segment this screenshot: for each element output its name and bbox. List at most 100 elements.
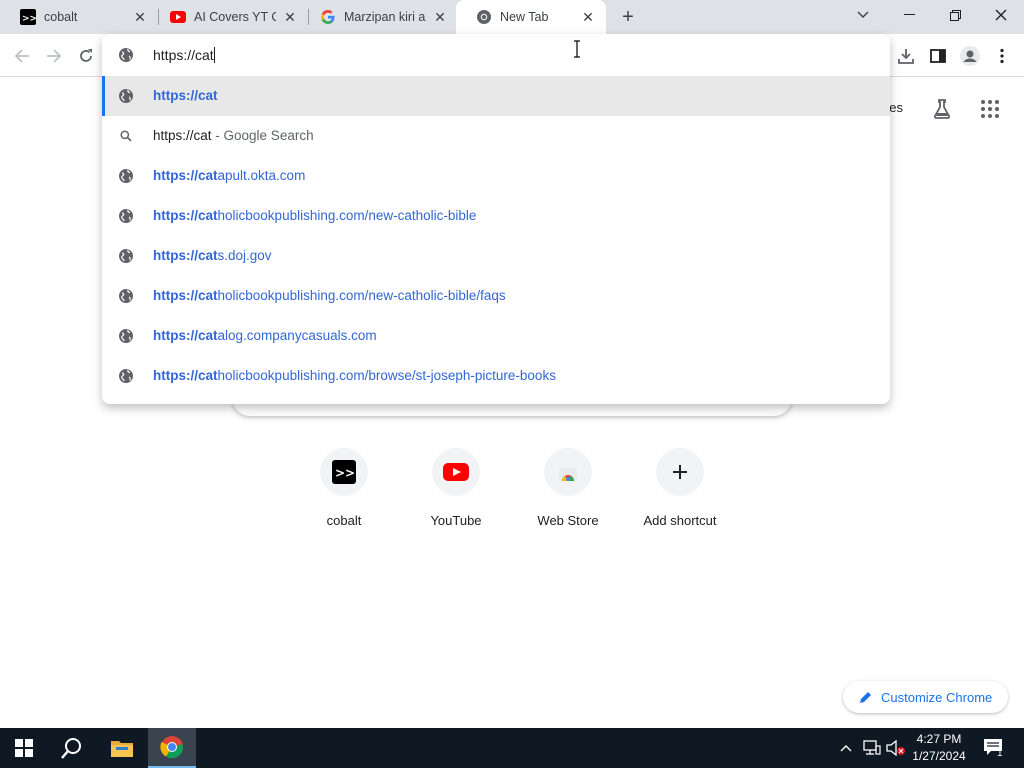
suggestion-rest: holicbookpublishing.com/browse/st-joseph… (217, 368, 556, 383)
tab-new-tab[interactable]: New Tab ✕ (456, 0, 606, 34)
tab-marzipan[interactable]: Marzipan kiri an ✕ (300, 0, 458, 34)
tab-search-button[interactable] (840, 0, 886, 30)
suggestion-match: https://cat (153, 328, 218, 343)
back-button[interactable] (8, 42, 36, 70)
chrome-icon (476, 9, 492, 25)
suggestion-item[interactable]: https://cats.doj.gov (102, 236, 890, 276)
chevron-down-icon (857, 11, 869, 18)
close-icon[interactable]: ✕ (432, 9, 448, 25)
pencil-icon (860, 692, 871, 703)
close-icon[interactable]: ✕ (132, 9, 148, 25)
svg-text:>>: >> (22, 14, 36, 24)
globe-icon (118, 208, 134, 224)
download-icon (898, 49, 914, 64)
forward-button[interactable] (40, 42, 68, 70)
close-icon[interactable]: ✕ (282, 9, 298, 25)
suggestion-item[interactable]: https://catalog.companycasuals.com (102, 316, 890, 356)
shortcut-label: Web Store (537, 513, 599, 528)
show-hidden-icons-button[interactable] (836, 728, 856, 768)
menu-button[interactable] (988, 42, 1016, 70)
globe-icon (118, 88, 134, 104)
minimize-button[interactable] (886, 0, 932, 30)
clock[interactable]: 4:27 PM 1/27/2024 (910, 731, 968, 765)
file-explorer-button[interactable] (98, 728, 146, 768)
apps-grid-icon (981, 100, 999, 118)
globe-icon (118, 47, 134, 68)
side-panel-icon (930, 49, 946, 63)
text-caret (213, 47, 215, 63)
notifications-button[interactable]: 1 (978, 728, 1010, 768)
suggestion-item[interactable]: https://catholicbookpublishing.com/brows… (102, 356, 890, 396)
start-button[interactable] (0, 728, 48, 768)
omnibox-input[interactable]: https://cat (102, 34, 890, 76)
globe-icon (118, 368, 134, 384)
suggestion-match: https://cat (153, 208, 218, 223)
shortcut-youtube[interactable]: YouTube (400, 448, 512, 544)
side-panel-button[interactable] (924, 42, 952, 70)
customize-label: Customize Chrome (881, 689, 993, 705)
windows-icon (15, 739, 33, 757)
volume-muted-icon (886, 740, 905, 756)
shortcut-cobalt[interactable]: >> cobalt (288, 448, 400, 544)
tab-title: Marzipan kiri an (344, 10, 426, 24)
suggestion-query: https://cat (153, 128, 212, 143)
notification-count: 1 (997, 748, 1003, 759)
tab-title: New Tab (500, 10, 549, 24)
suggestion-item[interactable]: https://catholicbookpublishing.com/new-c… (102, 196, 890, 236)
suggestion-rest: holicbookpublishing.com/new-catholic-bib… (217, 208, 477, 223)
shortcut-label: YouTube (430, 513, 482, 528)
search-icon (61, 738, 81, 759)
flask-icon (933, 99, 951, 119)
suggestion-match: https://cat (153, 288, 218, 303)
tab-cobalt[interactable]: >> cobalt ✕ (0, 0, 158, 34)
suggestion-rest: s.doj.gov (217, 248, 272, 263)
search-button[interactable] (48, 728, 96, 768)
more-vert-icon (1000, 48, 1004, 64)
tab-strip: >> cobalt ✕ AI Covers YT Of ✕ Marzipan k… (0, 0, 1024, 34)
profile-button[interactable] (956, 42, 984, 70)
suggestion-item[interactable]: https://catapult.okta.com (102, 156, 890, 196)
cobalt-icon: >> (20, 9, 36, 25)
suggestion-match: https://cat (153, 368, 218, 383)
suggestion-rest: apult.okta.com (217, 168, 306, 183)
suggestion-match: https://cat (153, 168, 218, 183)
tab-ai-covers[interactable]: AI Covers YT Of ✕ (150, 0, 308, 34)
reload-button[interactable] (72, 42, 100, 70)
chrome-taskbar-button[interactable] (148, 728, 196, 768)
suggestion-item[interactable]: https://catholicbookpublishing.com/new-c… (102, 276, 890, 316)
globe-icon (118, 248, 134, 264)
omnibox-text: https://cat (153, 47, 215, 63)
cobalt-icon: >> (320, 448, 368, 496)
volume-button[interactable] (884, 728, 908, 768)
suggestion-match: https://cat (153, 248, 218, 263)
shortcut-web-store[interactable]: Web Store (512, 448, 624, 544)
webstore-icon (544, 448, 592, 496)
customize-chrome-button[interactable]: Customize Chrome (843, 681, 1008, 713)
text-cursor-icon (573, 40, 581, 58)
chrome-icon (160, 736, 184, 759)
google-apps-button[interactable] (978, 97, 1002, 121)
suggestion-rest: alog.companycasuals.com (217, 328, 377, 343)
downloads-button[interactable] (892, 42, 920, 70)
close-icon[interactable]: ✕ (580, 9, 596, 25)
shortcut-label: cobalt (326, 513, 362, 528)
windows-taskbar: 4:27 PM 1/27/2024 1 (0, 728, 1024, 768)
network-icon (863, 740, 881, 755)
restore-button[interactable] (932, 0, 978, 30)
new-tab-button[interactable]: + (616, 5, 640, 29)
labs-button[interactable] (930, 97, 954, 121)
close-window-button[interactable] (978, 0, 1024, 30)
clock-date: 1/27/2024 (912, 749, 966, 763)
network-button[interactable] (860, 728, 884, 768)
shortcut-add[interactable]: Add shortcut (624, 448, 736, 544)
youtube-icon (432, 448, 480, 496)
search-icon (118, 128, 134, 144)
globe-icon (118, 288, 134, 304)
omnibox-popup: https://cat https://cat https://cat - Go… (102, 34, 890, 404)
suggestion-item[interactable]: https://cat (102, 76, 890, 116)
suggestion-item[interactable]: https://cat - Google Search (102, 116, 890, 156)
chevron-up-icon (840, 745, 852, 752)
suggestion-rest: holicbookpublishing.com/new-catholic-bib… (217, 288, 506, 303)
svg-text:>>: >> (335, 466, 355, 480)
suggestion-suffix: - Google Search (211, 128, 314, 143)
